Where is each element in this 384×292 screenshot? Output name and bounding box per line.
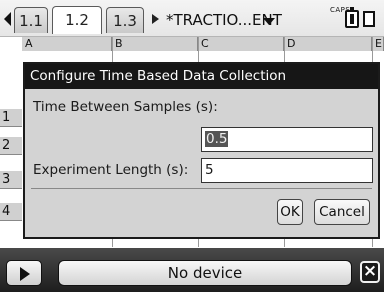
column-header-d[interactable]: D: [284, 37, 372, 51]
play-icon: [20, 267, 30, 281]
data-collection-bar: No device ×: [0, 248, 384, 292]
start-collection-button[interactable]: [6, 260, 42, 286]
ok-button[interactable]: OK: [277, 199, 303, 225]
experiment-length-input[interactable]: 5: [201, 158, 373, 183]
dialog-divider: [31, 188, 372, 189]
tab-1-2[interactable]: 1.2: [52, 6, 102, 34]
close-icon[interactable]: ×: [360, 261, 380, 283]
tab-1-1[interactable]: 1.1: [14, 7, 48, 33]
experiment-length-value: 5: [205, 162, 214, 178]
row-number[interactable]: 1: [0, 109, 22, 127]
tab-1-3[interactable]: 1.3: [106, 7, 144, 33]
column-header-e[interactable]: E: [372, 37, 384, 51]
configure-time-based-dialog: Configure Time Based Data Collection Tim…: [23, 62, 380, 239]
tab-label: 1.2: [65, 11, 89, 29]
time-between-samples-label: Time Between Samples (s):: [33, 99, 218, 115]
tab-bar: 1.1 1.2 1.3 *TRACTIO...ENT CAPS: [0, 0, 384, 37]
device-status-icon: [363, 11, 375, 27]
time-between-samples-input[interactable]: 0.5: [201, 127, 373, 152]
experiment-length-label: Experiment Length (s):: [33, 162, 189, 178]
cancel-button[interactable]: Cancel: [314, 199, 370, 225]
row-number[interactable]: 3: [0, 171, 22, 189]
battery-icon: [345, 7, 359, 28]
column-header-b[interactable]: B: [112, 37, 198, 51]
device-status-field[interactable]: No device: [58, 260, 352, 286]
dialog-title: Configure Time Based Data Collection: [25, 64, 378, 89]
next-tab-arrow-icon[interactable]: [152, 14, 159, 24]
document-menu-caret-icon[interactable]: [263, 18, 275, 25]
row-number[interactable]: 2: [0, 137, 22, 155]
tab-label: 1.3: [113, 12, 137, 30]
row-number[interactable]: 4: [0, 203, 22, 221]
tab-label: 1.1: [19, 12, 43, 30]
column-header-c[interactable]: C: [198, 37, 284, 51]
column-header-a[interactable]: A: [22, 37, 112, 51]
previous-page-arrow-icon[interactable]: [4, 12, 11, 26]
time-between-samples-value: 0.5: [205, 131, 229, 147]
